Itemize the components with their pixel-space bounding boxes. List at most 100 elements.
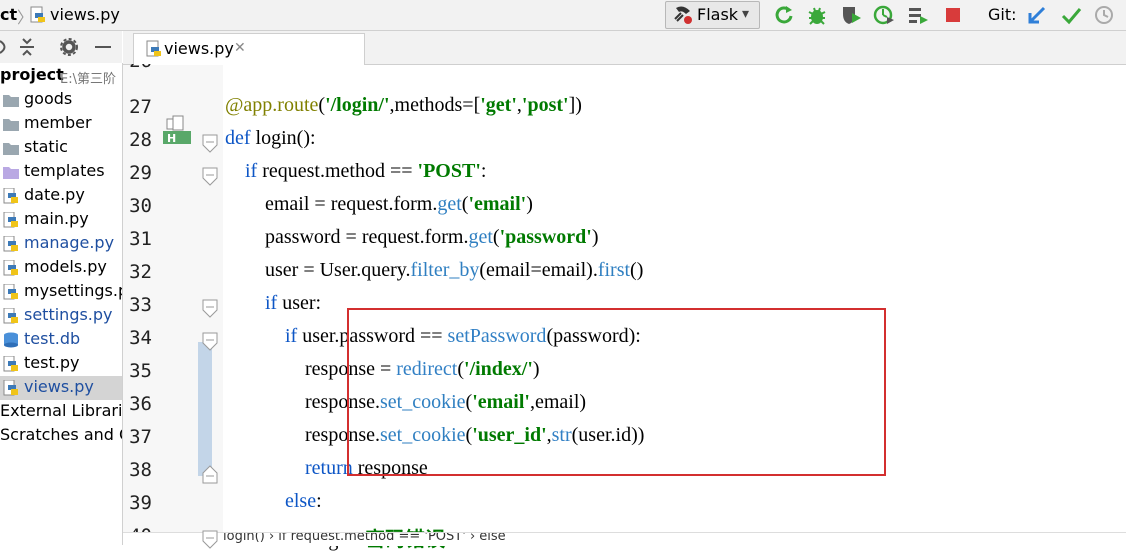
rerun-icon[interactable] — [773, 4, 795, 26]
database-icon — [2, 332, 20, 348]
line-number[interactable]: 32 — [116, 261, 152, 283]
code-line[interactable]: @app.route('/login/',methods=['get','pos… — [225, 94, 582, 117]
run-concurrency-icon[interactable] — [907, 4, 929, 26]
tree-item-settings-py[interactable]: settings.py — [0, 304, 122, 328]
line-number[interactable]: 27 — [116, 96, 152, 118]
navigation-bar: ct 〉 views.py Flask ▾ Git: — [0, 0, 1126, 31]
tree-item-label: mysettings.py — [24, 281, 122, 300]
line-number[interactable]: 31 — [116, 228, 152, 250]
tree-item-main-py[interactable]: main.py — [0, 208, 122, 232]
tree-item-test-db[interactable]: test.db — [0, 328, 122, 352]
line-number[interactable]: 30 — [116, 195, 152, 217]
python-file-icon — [30, 6, 46, 24]
profile-icon[interactable] — [873, 4, 895, 26]
code-line[interactable]: email = request.form.get('email') — [225, 193, 533, 216]
stop-icon[interactable] — [942, 4, 964, 26]
tree-item-label: date.py — [24, 185, 85, 204]
tree-item-static[interactable]: static — [0, 136, 122, 160]
folder-icon — [2, 140, 20, 156]
tab-label: views.py — [164, 39, 234, 58]
tree-root-path: E:\第三阶 — [60, 72, 116, 87]
close-icon[interactable]: ✕ — [234, 40, 246, 56]
tree-item-label: Scratches and Co — [0, 425, 122, 444]
git-update-icon[interactable] — [1026, 4, 1048, 26]
project-tree: project E:\第三阶 goods member static template… — [0, 63, 123, 545]
python-file-icon — [2, 235, 20, 252]
git-commit-icon[interactable] — [1060, 4, 1082, 26]
svg-text:H: H — [167, 132, 176, 145]
line-number[interactable]: 34 — [116, 327, 152, 349]
fold-marker-icon[interactable] — [201, 529, 219, 555]
tree-item-label: models.py — [24, 257, 107, 276]
gear-icon[interactable] — [60, 38, 78, 60]
python-file-icon — [146, 40, 162, 62]
line-number[interactable]: 29 — [116, 162, 152, 184]
collapse-all-icon[interactable] — [18, 37, 36, 61]
line-number[interactable]: 36 — [116, 393, 152, 415]
tree-item-date-py[interactable]: date.py — [0, 184, 122, 208]
line-number[interactable]: 37 — [116, 426, 152, 448]
change-marker[interactable] — [198, 342, 212, 476]
tree-item-mysettings-py[interactable]: mysettings.py — [0, 280, 122, 304]
fold-marker-icon[interactable] — [201, 298, 219, 324]
editor-tab-bar: views.py ✕ — [123, 31, 1126, 65]
tree-item-label: manage.py — [24, 233, 115, 252]
code-line[interactable]: password = request.form.get('password') — [225, 226, 599, 249]
flask-config-icon — [672, 5, 694, 29]
run-configuration-dropdown[interactable]: Flask ▾ — [665, 1, 760, 29]
debug-icon[interactable] — [806, 4, 828, 26]
breadcrumb-project[interactable]: ct — [0, 5, 17, 24]
coverage-icon[interactable] — [840, 4, 862, 26]
python-file-icon — [2, 259, 20, 276]
highlight-box — [347, 308, 886, 476]
tree-item-scratches-and-co[interactable]: Scratches and Co — [0, 424, 122, 448]
tree-item-views-py[interactable]: views.py — [0, 376, 122, 400]
tree-item-label: goods — [24, 89, 73, 108]
python-file-icon — [2, 283, 20, 300]
history-icon[interactable] — [1093, 4, 1115, 26]
breadcrumb-file[interactable]: views.py — [50, 5, 120, 24]
tree-item-label: main.py — [24, 209, 89, 228]
chevron-down-icon: ▾ — [742, 6, 750, 22]
folder-icon — [2, 164, 20, 180]
code-line[interactable]: user = User.query.filter_by(email=email)… — [225, 259, 643, 282]
code-line[interactable]: else: — [225, 490, 322, 513]
tree-item-manage-py[interactable]: manage.py — [0, 232, 122, 256]
tree-item-models-py[interactable]: models.py — [0, 256, 122, 280]
hide-panel-icon[interactable] — [95, 46, 111, 48]
python-file-icon — [2, 307, 20, 324]
fold-marker-icon[interactable] — [201, 331, 219, 357]
tree-item-label: settings.py — [24, 305, 113, 324]
tree-root-label: project — [0, 65, 64, 84]
folder-icon — [2, 116, 20, 132]
globe-icon[interactable] — [0, 38, 10, 60]
code-breadcrumb[interactable]: login() › if request.method == 'POST' › … — [223, 533, 506, 544]
tab-views-py[interactable]: views.py ✕ — [133, 33, 365, 65]
line-number[interactable]: 38 — [116, 459, 152, 481]
tree-item-external-libraries[interactable]: External Libraries — [0, 400, 122, 424]
run-config-label: Flask — [697, 5, 739, 24]
fold-marker-icon[interactable] — [201, 463, 219, 489]
tree-item-member[interactable]: member — [0, 112, 122, 136]
line-number[interactable]: 35 — [116, 360, 152, 382]
tree-item-label: test.py — [24, 353, 80, 372]
history-marker-icon[interactable]: H — [163, 115, 191, 149]
tree-root[interactable]: project E:\第三阶 — [0, 64, 122, 88]
tree-item-label: views.py — [24, 377, 94, 396]
tree-item-test-py[interactable]: test.py — [0, 352, 122, 376]
python-file-icon — [2, 211, 20, 228]
line-number[interactable]: 33 — [116, 294, 152, 316]
tree-item-templates[interactable]: templates — [0, 160, 122, 184]
line-number[interactable]: 39 — [116, 492, 152, 514]
tree-item-goods[interactable]: goods — [0, 88, 122, 112]
tree-item-label: test.db — [24, 329, 81, 348]
tree-item-label: static — [24, 137, 68, 156]
fold-marker-icon[interactable] — [201, 133, 219, 159]
code-line[interactable]: def login(): — [225, 127, 316, 150]
fold-marker-icon[interactable] — [201, 166, 219, 192]
code-line[interactable]: if user: — [225, 292, 321, 315]
project-tool-header — [0, 31, 122, 63]
line-number[interactable]: 28 — [116, 129, 152, 151]
code-line[interactable]: if request.method == 'POST': — [225, 160, 486, 183]
editor-breadcrumb-bar: login() › if request.method == 'POST' › … — [123, 532, 1126, 546]
